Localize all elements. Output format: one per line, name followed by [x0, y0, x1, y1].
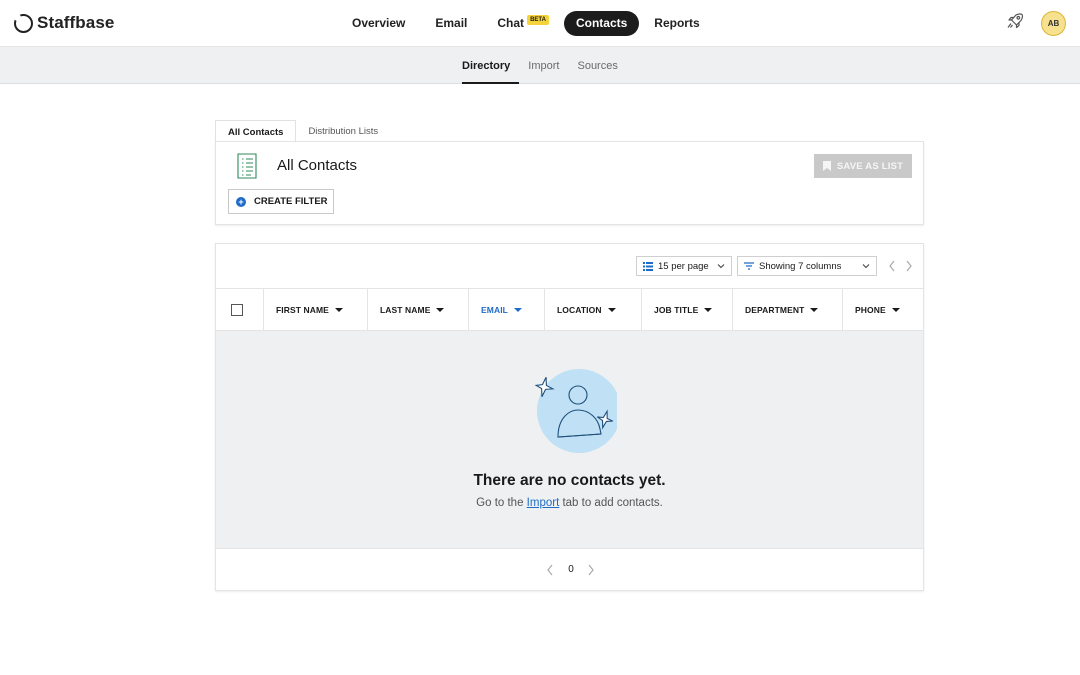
- contacts-header-card: All Contacts SAVE AS LIST + CREATE FILTE…: [215, 141, 924, 225]
- list-icon: [643, 261, 653, 271]
- nav-overview[interactable]: Overview: [337, 11, 420, 36]
- brand-name: Staffbase: [37, 13, 115, 32]
- contacts-table-card: 15 per page Showing 7 columns FIRST NAME…: [215, 243, 924, 549]
- nav-chat-label: Chat: [497, 16, 525, 30]
- nav-reports-label: Reports: [654, 16, 700, 30]
- column-label: EMAIL: [481, 304, 508, 315]
- column-label: FIRST NAME: [276, 304, 329, 315]
- column-label: JOB TITLE: [654, 304, 699, 315]
- beta-badge: BETA: [527, 14, 549, 25]
- empty-contacts-illustration: [534, 369, 617, 453]
- nav-contacts-label: Contacts: [575, 16, 628, 30]
- chevron-left-icon[interactable]: [546, 564, 554, 576]
- chevron-left-icon[interactable]: [888, 260, 896, 272]
- subtab-import[interactable]: Import: [519, 47, 568, 84]
- column-label: DEPARTMENT: [745, 304, 805, 315]
- save-as-list-label: SAVE AS LIST: [836, 160, 904, 172]
- empty-state-suffix: tab to add contacts.: [562, 497, 663, 509]
- page-number: 0: [568, 564, 574, 575]
- nav-reports[interactable]: Reports: [639, 11, 714, 36]
- brand-logo[interactable]: Staffbase: [14, 12, 114, 34]
- chevron-down-icon: [717, 264, 725, 269]
- caret-down-icon: [810, 307, 819, 312]
- chevron-right-icon[interactable]: [587, 564, 595, 576]
- empty-state-message: Go to the Import tab to add contacts.: [216, 497, 923, 509]
- main-nav: Overview Email Chat BETA Contacts Reports: [337, 11, 715, 36]
- caret-down-icon: [891, 307, 900, 312]
- top-bar: Staffbase Overview Email Chat BETA Contac…: [0, 0, 1080, 47]
- nav-chat[interactable]: Chat BETA: [482, 11, 564, 36]
- subtab-directory[interactable]: Directory: [453, 47, 520, 84]
- contact-list-icon: [237, 153, 257, 179]
- filter-icon: [744, 262, 754, 270]
- column-location[interactable]: LOCATION: [545, 289, 642, 330]
- column-label: PHONE: [855, 304, 886, 315]
- select-all-checkbox[interactable]: [231, 303, 243, 316]
- table-header: FIRST NAME LAST NAME EMAIL LOCATION JOB …: [216, 288, 923, 331]
- column-job-title[interactable]: JOB TITLE: [642, 289, 733, 330]
- nav-email-label: Email: [435, 16, 468, 30]
- column-department[interactable]: DEPARTMENT: [733, 289, 843, 330]
- create-filter-label: CREATE FILTER: [254, 196, 328, 207]
- caret-down-icon: [704, 307, 713, 312]
- caret-down-icon: [513, 307, 522, 312]
- columns-select[interactable]: Showing 7 columns: [737, 256, 877, 276]
- per-page-select[interactable]: 15 per page: [636, 256, 732, 276]
- select-all-cell: [216, 289, 264, 330]
- rocket-icon[interactable]: [1006, 12, 1024, 30]
- subtab-sources[interactable]: Sources: [568, 47, 626, 84]
- empty-state-title: There are no contacts yet.: [473, 472, 666, 489]
- create-filter-button[interactable]: + CREATE FILTER: [228, 189, 334, 214]
- tab-all-contacts[interactable]: All Contacts: [215, 120, 297, 143]
- nav-overview-label: Overview: [352, 16, 406, 30]
- empty-state-prefix: Go to the: [476, 497, 524, 509]
- pagination-footer: 0: [215, 548, 924, 591]
- column-phone[interactable]: PHONE: [843, 289, 923, 330]
- caret-down-icon: [436, 307, 445, 312]
- nav-email[interactable]: Email: [420, 11, 482, 36]
- column-first-name[interactable]: FIRST NAME: [264, 289, 368, 330]
- column-label: LAST NAME: [380, 304, 431, 315]
- sub-nav: Directory Import Sources: [0, 47, 1080, 84]
- nav-contacts[interactable]: Contacts: [563, 11, 640, 36]
- user-avatar[interactable]: AB: [1041, 11, 1066, 36]
- empty-state: There are no contacts yet. Go to the Imp…: [216, 331, 923, 548]
- tab-distribution-lists[interactable]: Distribution Lists: [296, 120, 390, 142]
- page-title: All Contacts: [277, 157, 358, 174]
- staffbase-logo-icon: [14, 13, 33, 33]
- contact-tabs: All Contacts Distribution Lists: [215, 120, 390, 143]
- import-link[interactable]: Import: [527, 497, 560, 509]
- column-last-name[interactable]: LAST NAME: [368, 289, 469, 330]
- bookmark-icon: [822, 161, 831, 171]
- column-label: LOCATION: [557, 304, 602, 315]
- columns-value: Showing 7 columns: [759, 260, 842, 272]
- chevron-right-icon[interactable]: [905, 260, 913, 272]
- chevron-down-icon: [862, 264, 870, 269]
- save-as-list-button[interactable]: SAVE AS LIST: [814, 154, 912, 178]
- column-email[interactable]: EMAIL: [469, 289, 545, 330]
- per-page-value: 15 per page: [658, 260, 709, 272]
- caret-down-icon: [607, 307, 616, 312]
- plus-circle-icon: +: [236, 196, 246, 207]
- caret-down-icon: [334, 307, 343, 312]
